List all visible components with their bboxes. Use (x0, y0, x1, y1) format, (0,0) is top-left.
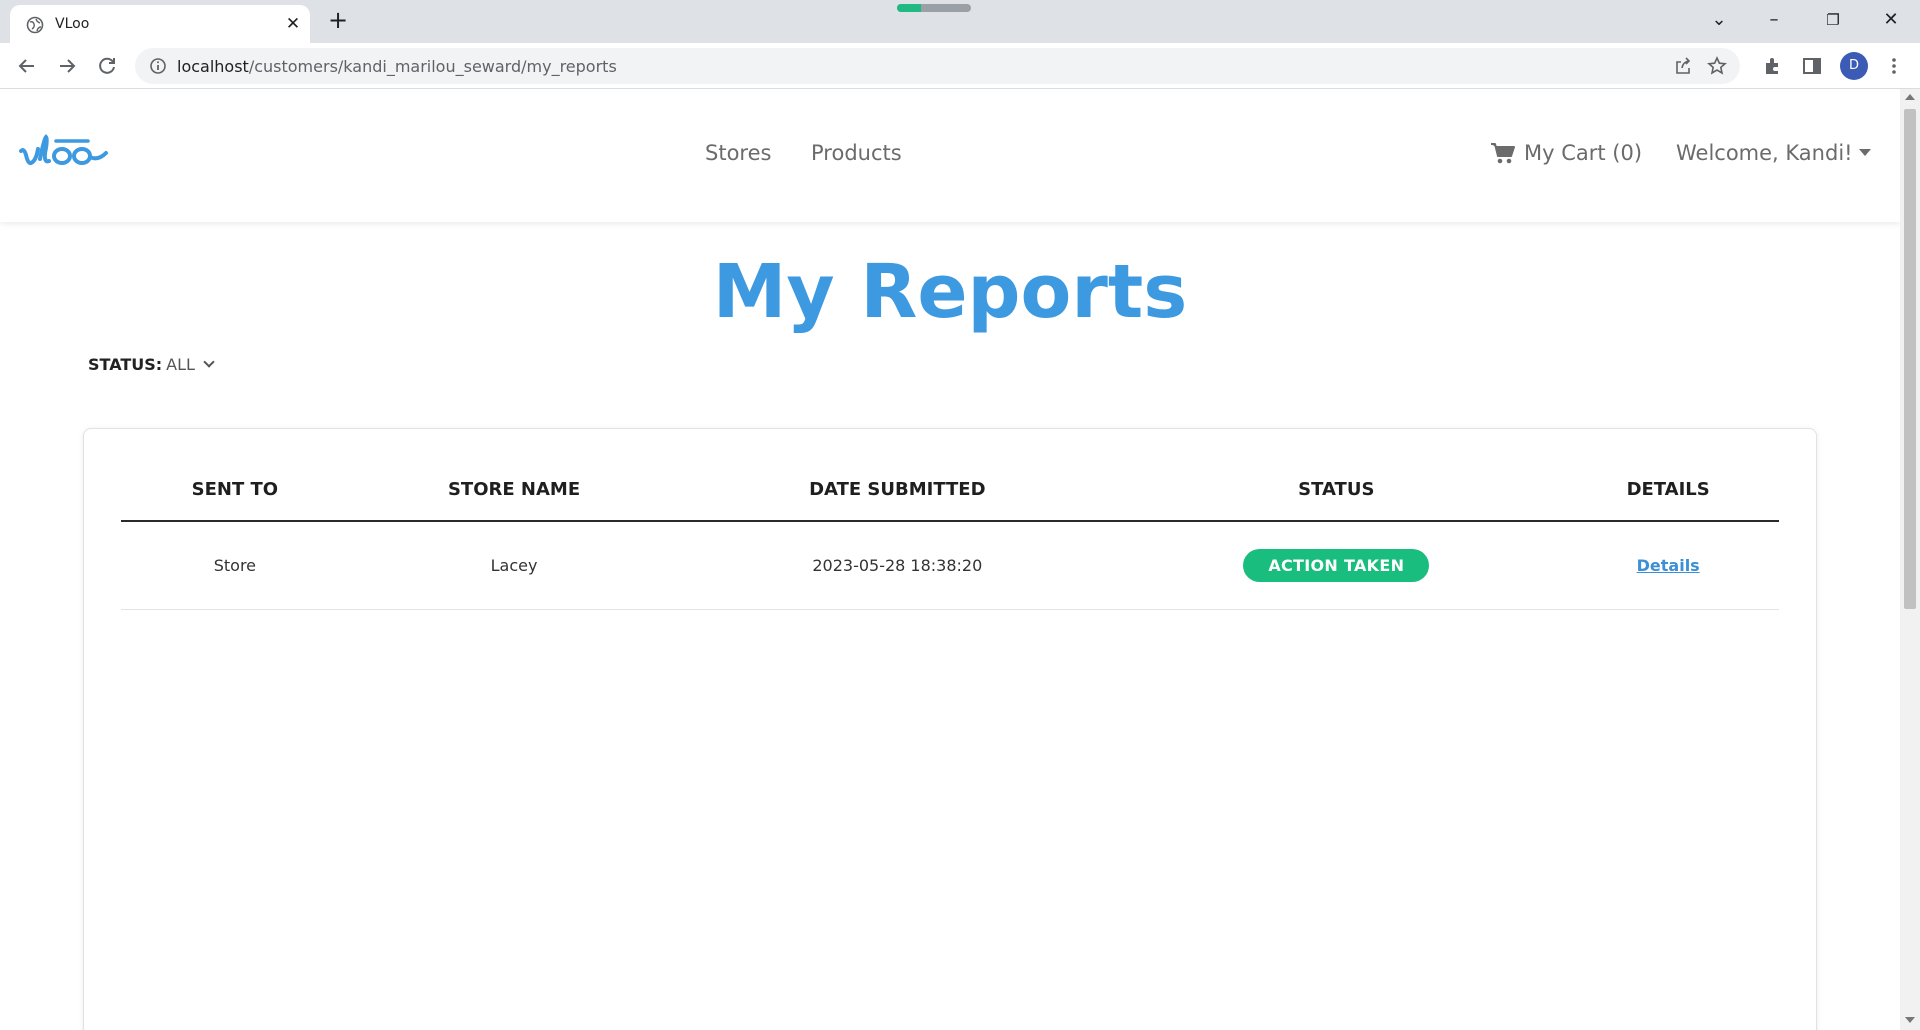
page-viewport: vloo Stores Products My Cart (0) Welcome… (0, 89, 1920, 1030)
forward-icon[interactable] (56, 55, 78, 77)
col-header-date-submitted: DATE SUBMITTED (679, 459, 1116, 522)
table-row: Store Lacey 2023-05-28 18:38:20 ACTION T… (121, 521, 1779, 610)
site-navbar: vloo Stores Products My Cart (0) Welcome… (0, 89, 1900, 222)
close-icon[interactable]: ✕ (283, 14, 303, 34)
window-close-icon[interactable]: ✕ (1879, 8, 1903, 32)
cell-details: Details (1557, 521, 1779, 610)
cart-label: My Cart (0) (1524, 141, 1643, 165)
info-icon[interactable] (149, 57, 167, 75)
col-header-status: STATUS (1115, 459, 1558, 522)
reload-icon[interactable] (96, 55, 118, 77)
restore-icon[interactable]: ❐ (1821, 8, 1845, 32)
tab-strip: VLoo ✕ + ⌄ – ❐ ✕ (0, 0, 1920, 43)
reports-card: SENT TO STORE NAME DATE SUBMITTED STATUS… (83, 428, 1817, 1030)
page-title: My Reports (712, 249, 1188, 335)
page-scrollbar[interactable] (1900, 89, 1920, 1030)
table-header-row: SENT TO STORE NAME DATE SUBMITTED STATUS… (121, 459, 1779, 522)
star-icon[interactable] (1707, 56, 1727, 76)
status-filter-label: STATUS: (88, 355, 163, 374)
nav-link-products[interactable]: Products (811, 141, 902, 165)
cell-store-name: Lacey (348, 521, 680, 610)
browser-toolbar: localhost/customers/kandi_marilou_seward… (0, 43, 1920, 89)
welcome-text: Welcome, Kandi! (1676, 141, 1853, 165)
side-panel-icon[interactable] (1801, 55, 1823, 77)
cell-date-submitted: 2023-05-28 18:38:20 (679, 521, 1116, 610)
share-icon[interactable] (1673, 56, 1693, 76)
details-link[interactable]: Details (1637, 556, 1700, 575)
status-badge: ACTION TAKEN (1243, 548, 1430, 582)
kebab-menu-icon[interactable] (1883, 55, 1905, 77)
cart-icon (1491, 143, 1515, 164)
browser-tab[interactable]: VLoo ✕ (10, 5, 310, 43)
minimize-icon[interactable]: – (1762, 8, 1786, 32)
caret-down-icon (1858, 149, 1871, 156)
back-icon[interactable] (16, 55, 38, 77)
tab-search-icon[interactable]: ⌄ (1707, 8, 1731, 32)
status-filter-value: ALL (166, 355, 195, 374)
status-filter-dropdown[interactable]: STATUS: ALL (88, 355, 215, 374)
plus-icon[interactable]: + (326, 8, 350, 33)
col-header-details: DETAILS (1557, 459, 1779, 522)
media-indicator (897, 4, 971, 12)
url-text: localhost/customers/kandi_marilou_seward… (177, 57, 617, 76)
scroll-up-icon[interactable] (1905, 94, 1915, 100)
nav-link-stores[interactable]: Stores (705, 141, 771, 165)
cell-status: ACTION TAKEN (1115, 521, 1558, 610)
extensions-icon[interactable] (1762, 55, 1784, 77)
globe-icon (26, 16, 44, 34)
vloo-logo[interactable]: vloo (18, 129, 114, 179)
address-bar[interactable]: localhost/customers/kandi_marilou_seward… (135, 48, 1740, 84)
user-menu[interactable]: Welcome, Kandi! (1676, 141, 1871, 165)
col-header-store-name: STORE NAME (348, 459, 680, 522)
cell-sent-to: Store (121, 521, 349, 610)
chevron-down-icon (203, 356, 215, 368)
reports-table: SENT TO STORE NAME DATE SUBMITTED STATUS… (121, 459, 1779, 610)
scroll-thumb[interactable] (1904, 109, 1916, 609)
tab-title: VLoo (55, 16, 90, 32)
scroll-down-icon[interactable] (1905, 1017, 1915, 1023)
avatar[interactable]: D (1840, 52, 1868, 80)
col-header-sent-to: SENT TO (121, 459, 349, 522)
